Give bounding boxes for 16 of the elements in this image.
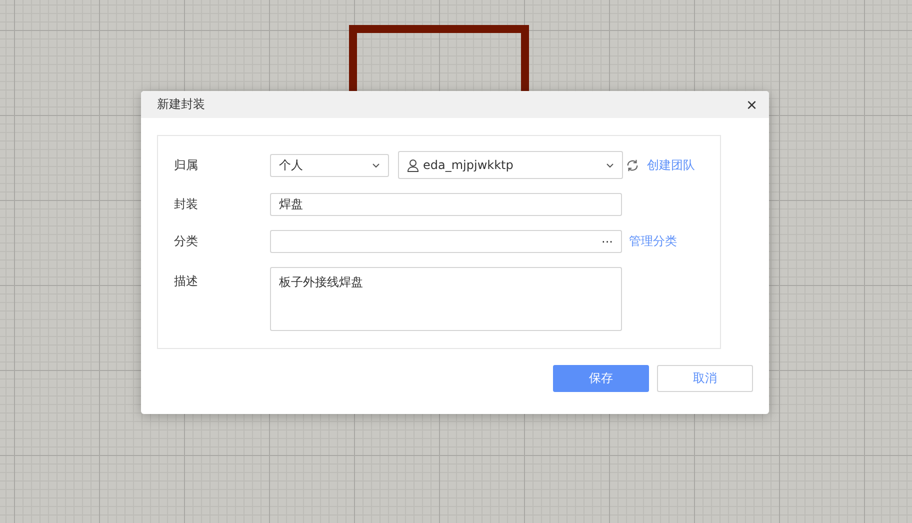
- category-field[interactable]: ···: [270, 230, 622, 253]
- field-label: 归属: [174, 156, 199, 174]
- user-icon: [407, 158, 419, 172]
- scope-select[interactable]: 个人: [270, 154, 389, 176]
- dialog-title: 新建封装: [157, 96, 205, 113]
- close-button[interactable]: ×: [744, 96, 759, 114]
- field-label: 描述: [174, 273, 199, 290]
- field-label: 分类: [174, 233, 199, 250]
- package-field[interactable]: 焊盘: [270, 193, 622, 216]
- user-select[interactable]: eda_mjpjwkktp: [398, 151, 623, 179]
- more-icon[interactable]: ···: [602, 234, 613, 248]
- refresh-icon[interactable]: [626, 158, 639, 172]
- caret-icon: [372, 162, 380, 168]
- caret-icon: [606, 162, 614, 168]
- description-field[interactable]: 板子外接线焊盘: [270, 267, 622, 331]
- field-label: 封装: [174, 196, 199, 213]
